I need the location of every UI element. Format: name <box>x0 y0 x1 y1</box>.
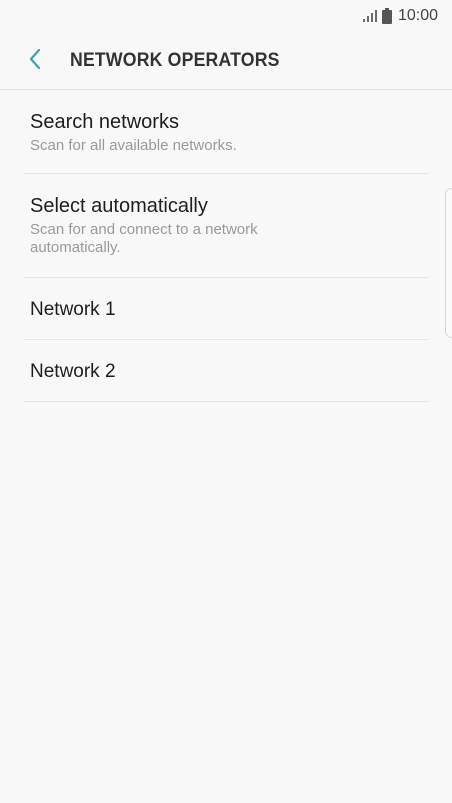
status-time: 10:00 <box>397 7 438 24</box>
page-title: NETWORK OPERATORS <box>70 50 280 71</box>
status-bar: 10:00 <box>0 0 452 32</box>
back-button[interactable] <box>20 46 50 76</box>
battery-icon <box>381 8 392 24</box>
app-bar: NETWORK OPERATORS <box>0 34 452 90</box>
list-item-title: Network 2 <box>30 361 116 382</box>
chevron-left-icon <box>28 48 42 75</box>
list-item-subtitle: Scan for and connect to a network automa… <box>30 221 258 256</box>
list-item-network-2[interactable]: Network 2 <box>24 340 429 402</box>
edge-panel-handle[interactable] <box>445 188 452 338</box>
signal-icon <box>362 9 378 23</box>
list-item-title: Network 1 <box>30 299 116 320</box>
list-item-title: Select automatically <box>30 195 208 217</box>
list-item-title: Search networks <box>30 111 179 133</box>
list-item-search-networks[interactable]: Search networks Scan for all available n… <box>24 90 429 174</box>
list-item-subtitle: Scan for all available networks. <box>30 137 237 154</box>
network-operators-list: Search networks Scan for all available n… <box>24 90 429 402</box>
list-item-select-automatically[interactable]: Select automatically Scan for and connec… <box>24 174 429 278</box>
list-item-network-1[interactable]: Network 1 <box>24 278 429 340</box>
